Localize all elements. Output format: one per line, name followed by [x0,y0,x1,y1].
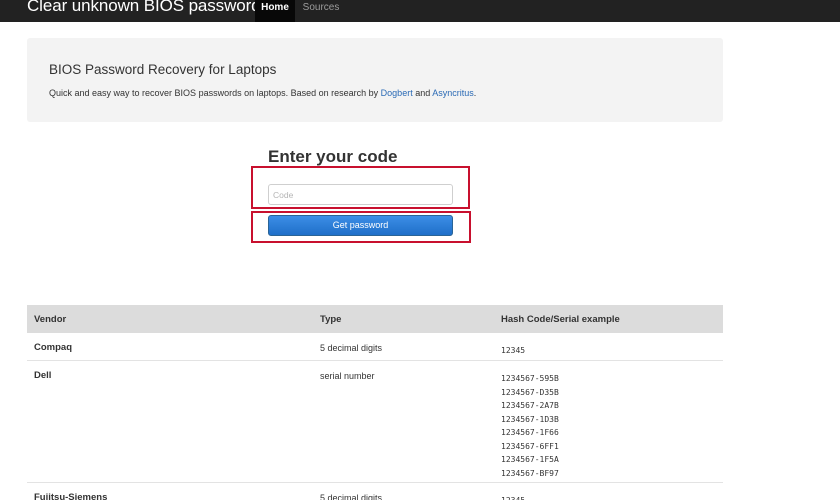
vendor-cell: Compaq [34,342,72,353]
hash-cell: 12345 [501,344,525,358]
vendor-cell: Fujitsu-Siemens [34,492,108,500]
header-hash: Hash Code/Serial example [501,314,620,325]
type-cell: 5 decimal digits [320,343,383,353]
nav-link-home[interactable]: Home [255,0,295,22]
intro-text-between: and [412,88,433,98]
hash-example: 12345 [501,494,525,500]
vendor-cell: Dell [34,370,52,381]
nav-link-sources[interactable]: Sources [296,0,346,22]
hash-example: 1234567-1F66 [501,428,559,437]
table-header: Vendor Type Hash Code/Serial example [27,305,723,333]
intro-text-after: . [473,88,477,98]
vendor-table: Vendor Type Hash Code/Serial example Com… [27,305,723,500]
hash-cell: 12345 [501,494,525,500]
header-vendor: Vendor [34,314,67,325]
asyncritus-link[interactable]: Asyncritus [432,88,474,98]
hash-example: 1234567-595B [501,374,559,383]
intro-text-before: Quick and easy way to recover BIOS passw… [49,88,381,98]
table-row-dell: Dell serial number 1234567-595B 1234567-… [27,361,723,483]
hash-cell: 1234567-595B 1234567-D35B 1234567-2A7B 1… [501,372,559,480]
site-brand[interactable]: Clear unknown BIOS passwords [27,0,269,16]
table-row-compaq: Compaq 5 decimal digits 12345 [27,333,723,361]
enter-code-heading: Enter your code [268,147,398,166]
hash-example: 12345 [501,346,526,355]
intro-title: BIOS Password Recovery for Laptops [49,62,277,77]
get-password-button[interactable]: Get password [268,215,453,236]
header-type: Type [320,314,342,325]
dogbert-link[interactable]: Dogbert [381,88,413,98]
navbar: Clear unknown BIOS passwords Home Source… [0,0,840,22]
hash-example: 1234567-6FF1 [501,441,559,451]
table-row-fujitsu: Fujitsu-Siemens 5 decimal digits 12345 [27,483,723,500]
hash-example: 1234567-1F5A [501,455,559,464]
code-input[interactable] [268,184,453,205]
hash-example: 1234567-1D3B [501,414,559,424]
type-cell: serial number [320,371,375,381]
hash-example: 1234567-BF97 [501,468,559,478]
intro-text: Quick and easy way to recover BIOS passw… [49,88,476,98]
intro-panel: BIOS Password Recovery for Laptops Quick… [27,38,723,122]
type-cell: 5 decimal digits [320,493,383,500]
hash-example: 1234567-D35B [501,387,559,397]
hash-example: 1234567-2A7B [501,401,559,410]
